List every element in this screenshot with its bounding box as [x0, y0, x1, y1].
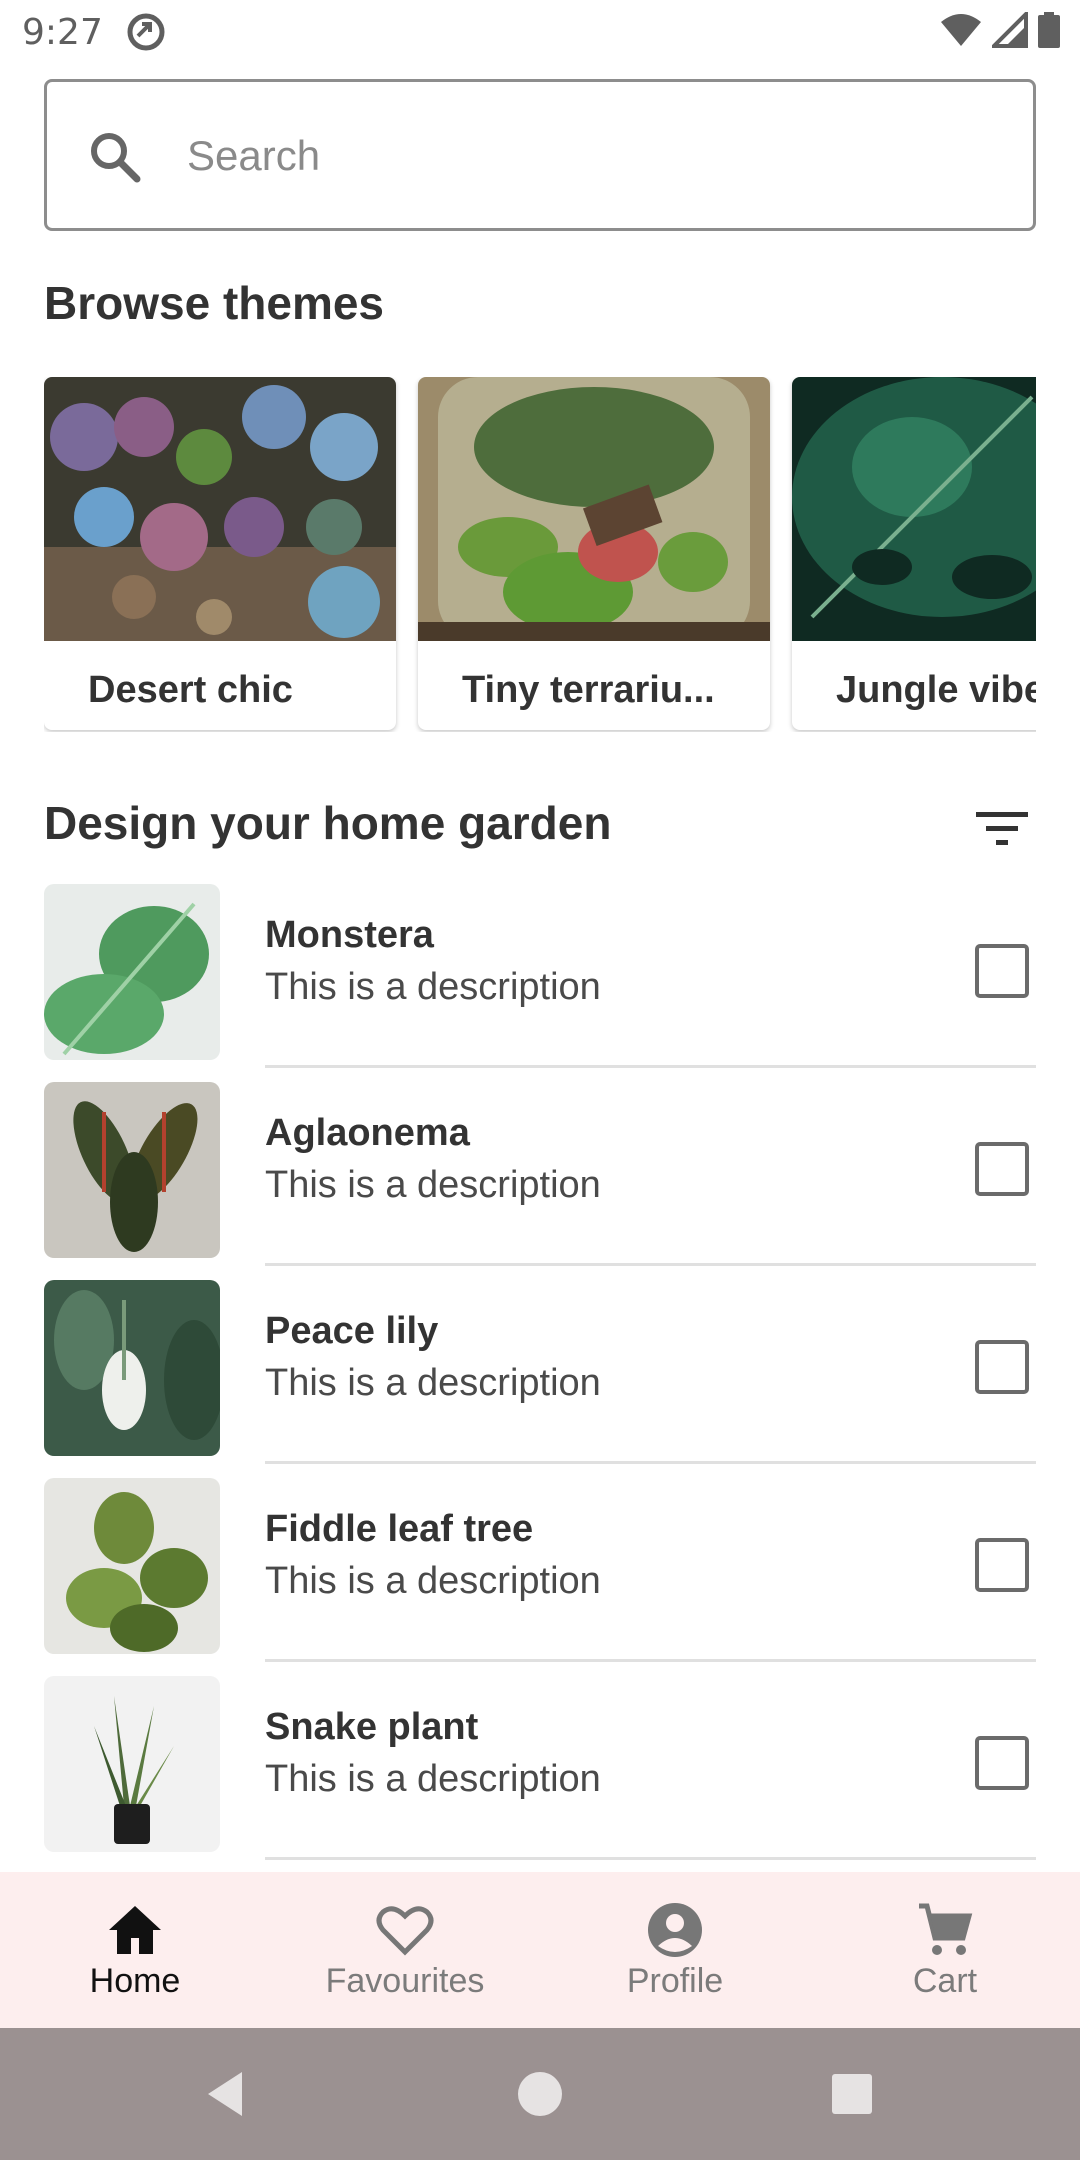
status-bar: 9:27 [0, 0, 1080, 66]
home-circle-icon[interactable] [512, 2066, 568, 2122]
jungle-vibes-image [792, 377, 1036, 641]
divider [265, 1659, 1036, 1662]
garden-section-title: Design your home garden [44, 797, 612, 849]
back-icon[interactable] [198, 2066, 254, 2122]
data-saver-icon [127, 13, 165, 51]
nav-label: Home [89, 1962, 181, 2000]
nav-item-favourites[interactable]: Favourites [270, 1872, 540, 2028]
plant-checkbox[interactable] [975, 1736, 1029, 1790]
peace-lily-thumbnail [44, 1280, 220, 1456]
theme-label: Desert chic [88, 669, 293, 711]
plant-description: This is a description [265, 966, 601, 1008]
divider [265, 1461, 1036, 1464]
plant-checkbox[interactable] [975, 1538, 1029, 1592]
browse-themes-title: Browse themes [44, 277, 385, 329]
theme-label: Tiny terrariu... [462, 669, 715, 711]
filter-icon[interactable] [976, 808, 1028, 850]
nav-item-cart[interactable]: Cart [810, 1872, 1080, 2028]
plant-name: Peace lily [265, 1310, 439, 1352]
plant-description: This is a description [265, 1164, 601, 1206]
divider [265, 1857, 1036, 1860]
theme-card-desert-chic[interactable]: Desert chic [44, 377, 396, 730]
wifi-icon [941, 14, 981, 46]
nav-label: Profile [626, 1962, 724, 2000]
battery-icon [1038, 12, 1060, 48]
system-navigation-bar [0, 2028, 1080, 2160]
aglaonema-thumbnail [44, 1082, 220, 1258]
account-circle-icon [648, 1903, 702, 1957]
search-bar[interactable] [44, 79, 1036, 231]
fiddle-leaf-tree-thumbnail [44, 1478, 220, 1654]
plant-description: This is a description [265, 1362, 601, 1404]
divider [265, 1263, 1036, 1266]
themes-carousel[interactable]: Desert chic Tiny terrariu... Jungle vibe… [44, 377, 1036, 732]
theme-card-jungle-vibes[interactable]: Jungle vibes [792, 377, 1036, 730]
plant-description: This is a description [265, 1758, 601, 1800]
status-time: 9:27 [22, 12, 103, 53]
plant-checkbox[interactable] [975, 1340, 1029, 1394]
desert-chic-image [44, 377, 396, 641]
bottom-navigation: Home Favourites Profile Cart [0, 1872, 1080, 2028]
plant-checkbox[interactable] [975, 944, 1029, 998]
nav-label: Favourites [325, 1962, 485, 2000]
plant-name: Snake plant [265, 1706, 479, 1748]
recents-icon[interactable] [824, 2066, 880, 2122]
theme-card-tiny-terrarium[interactable]: Tiny terrariu... [418, 377, 770, 730]
list-item[interactable]: Aglaonema This is a description [44, 1082, 1036, 1280]
tiny-terrarium-image [418, 377, 770, 641]
list-item[interactable]: Peace lily This is a description [44, 1280, 1036, 1478]
theme-label: Jungle vibes [836, 669, 1036, 711]
search-input[interactable] [187, 118, 987, 194]
cart-icon [919, 1903, 973, 1955]
list-item[interactable]: Fiddle leaf tree This is a description [44, 1478, 1036, 1676]
nav-label: Cart [912, 1962, 978, 2000]
nav-item-home[interactable]: Home [0, 1872, 270, 2028]
monstera-thumbnail [44, 884, 220, 1060]
plant-checkbox[interactable] [975, 1142, 1029, 1196]
list-item[interactable]: Monstera This is a description [44, 884, 1036, 1082]
signal-icon [992, 12, 1028, 48]
plant-description: This is a description [265, 1560, 601, 1602]
home-icon [109, 1906, 161, 1954]
heart-icon [376, 1906, 434, 1956]
list-item[interactable]: Snake plant This is a description [44, 1676, 1036, 1874]
plant-name: Aglaonema [265, 1112, 470, 1154]
snake-plant-thumbnail [44, 1676, 220, 1852]
nav-item-profile[interactable]: Profile [540, 1872, 810, 2028]
plant-name: Fiddle leaf tree [265, 1508, 534, 1550]
divider [265, 1065, 1036, 1068]
plant-name: Monstera [265, 914, 434, 956]
search-icon[interactable] [85, 127, 145, 187]
